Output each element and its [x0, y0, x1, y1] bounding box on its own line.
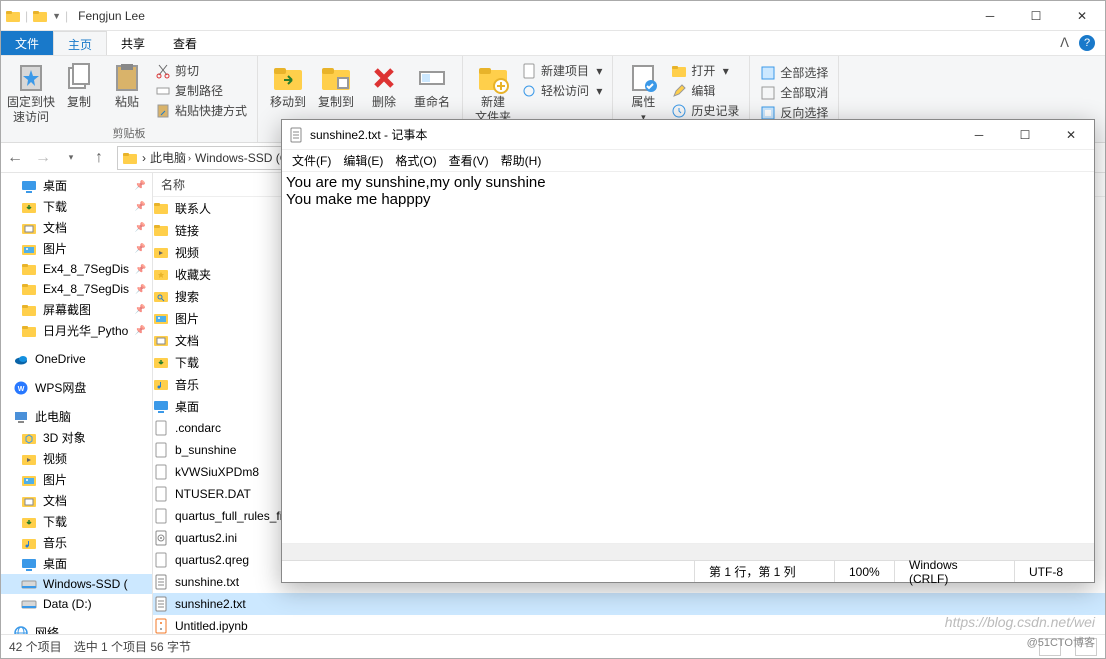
delete-button[interactable]: 删除 [360, 58, 408, 109]
properties-button[interactable]: 属性▾ [619, 58, 667, 124]
history-button[interactable]: 历史记录 [671, 102, 739, 119]
notepad-titlebar[interactable]: sunshine2.txt - 记事本 ─ ☐ ✕ [282, 120, 1094, 150]
menu-view[interactable]: 查看(V) [445, 152, 493, 169]
folder-icon [122, 150, 138, 166]
nav-item[interactable]: 视频 [1, 448, 152, 469]
view-details-button[interactable] [1039, 638, 1061, 656]
nav-item[interactable]: 音乐 [1, 532, 152, 553]
notepad-icon [288, 127, 304, 143]
breadcrumb[interactable]: › 此电脑 › Windows-SSD (C:) › [117, 146, 306, 170]
open-button[interactable]: 打开 ▾ [671, 62, 739, 79]
notepad-title: sunshine2.txt - 记事本 [310, 126, 427, 143]
nav-up-button[interactable]: ↑ [85, 144, 113, 172]
copy-path-button[interactable]: 复制路径 [155, 82, 247, 99]
notepad-statusbar: 第 1 行，第 1 列 100% Windows (CRLF) UTF-8 [282, 560, 1094, 582]
tab-file[interactable]: 文件 [1, 31, 53, 55]
pin-to-quick-access-button[interactable]: 固定到快速访问 [7, 58, 55, 124]
status-eol: Windows (CRLF) [894, 561, 1014, 582]
nav-item[interactable]: 此电脑 [1, 406, 152, 427]
nav-forward-button[interactable]: → [29, 144, 57, 172]
menu-format[interactable]: 格式(O) [391, 152, 440, 169]
nav-item[interactable]: 3D 对象 [1, 427, 152, 448]
select-none-button[interactable]: 全部取消 [760, 84, 828, 101]
notepad-minimize-button[interactable]: ─ [956, 120, 1002, 150]
notepad-text-area[interactable]: You are my sunshine,my only sunshine You… [282, 172, 1094, 543]
copy-to-button[interactable]: 复制到 [312, 58, 360, 109]
nav-item[interactable]: 图片 [1, 469, 152, 490]
qat-folder-icon[interactable] [32, 8, 48, 24]
new-item-button[interactable]: 新建项目 ▾ [521, 62, 602, 79]
menu-edit[interactable]: 编辑(E) [339, 152, 387, 169]
tab-share[interactable]: 共享 [107, 31, 159, 55]
nav-item[interactable]: Ex4_8_7SegDis [1, 259, 152, 279]
qat-sep: | [25, 9, 28, 23]
file-row[interactable]: sunshine2.txt [153, 593, 1105, 615]
easy-access-button[interactable]: 轻松访问 ▾ [521, 82, 602, 99]
notepad-menubar: 文件(F) 编辑(E) 格式(O) 查看(V) 帮助(H) [282, 150, 1094, 172]
status-selection: 选中 1 个项目 56 字节 [74, 638, 191, 655]
paste-shortcut-button[interactable]: 粘贴快捷方式 [155, 102, 247, 119]
nav-item[interactable]: Ex4_8_7SegDis [1, 279, 152, 299]
maximize-button[interactable]: ☐ [1013, 1, 1059, 31]
folder-icon [5, 8, 21, 24]
notepad-close-button[interactable]: ✕ [1048, 120, 1094, 150]
ribbon-tabs: 文件 主页 共享 查看 ᐱ ? [1, 31, 1105, 55]
copy-button[interactable]: 复制 [55, 58, 103, 124]
notepad-window[interactable]: sunshine2.txt - 记事本 ─ ☐ ✕ 文件(F) 编辑(E) 格式… [281, 119, 1095, 583]
new-folder-button[interactable]: 新建文件夹 [469, 58, 517, 124]
nav-item[interactable]: OneDrive [1, 349, 152, 369]
tab-view[interactable]: 查看 [159, 31, 211, 55]
cut-button[interactable]: 剪切 [155, 62, 247, 79]
status-cursor-pos: 第 1 行，第 1 列 [694, 561, 834, 582]
move-to-button[interactable]: 移动到 [264, 58, 312, 109]
menu-help[interactable]: 帮助(H) [497, 152, 546, 169]
minimize-button[interactable]: ─ [967, 1, 1013, 31]
navigation-pane[interactable]: 桌面下载文档图片Ex4_8_7SegDisEx4_8_7SegDis屏幕截图日月… [1, 173, 153, 634]
nav-item[interactable]: 下载 [1, 196, 152, 217]
rename-button[interactable]: 重命名 [408, 58, 456, 109]
nav-item[interactable]: 日月光华_Pytho [1, 320, 152, 341]
nav-item[interactable]: 图片 [1, 238, 152, 259]
nav-item[interactable]: 文档 [1, 217, 152, 238]
nav-back-button[interactable]: ← [1, 144, 29, 172]
breadcrumb-item[interactable]: 此电脑 › [150, 149, 191, 166]
qat-sep: | [65, 9, 68, 23]
nav-item[interactable]: Windows-SSD ( [1, 574, 152, 594]
nav-item[interactable]: 桌面 [1, 175, 152, 196]
select-all-button[interactable]: 全部选择 [760, 64, 828, 81]
nav-item[interactable]: WPS网盘 [1, 377, 152, 398]
nav-item[interactable]: 屏幕截图 [1, 299, 152, 320]
help-icon[interactable]: ? [1079, 35, 1095, 51]
close-button[interactable]: ✕ [1059, 1, 1105, 31]
file-explorer-window: | ▼ | Fengjun Lee ─ ☐ ✕ 文件 主页 共享 查看 ᐱ ? … [0, 0, 1106, 659]
edit-button[interactable]: 编辑 [671, 82, 739, 99]
tab-home[interactable]: 主页 [53, 31, 107, 55]
file-row[interactable]: Untitled.ipynb [153, 615, 1105, 634]
nav-item[interactable]: 桌面 [1, 553, 152, 574]
qat-dropdown-icon[interactable]: ▼ [52, 11, 61, 21]
menu-file[interactable]: 文件(F) [288, 152, 335, 169]
nav-item[interactable]: Data (D:) [1, 594, 152, 614]
notepad-maximize-button[interactable]: ☐ [1002, 120, 1048, 150]
status-count: 42 个项目 [9, 638, 62, 655]
status-bar: 42 个项目 选中 1 个项目 56 字节 [1, 634, 1105, 658]
nav-item[interactable]: 文档 [1, 490, 152, 511]
ribbon-collapse-icon[interactable]: ᐱ [1060, 35, 1069, 51]
group-label-clipboard: 剪贴板 [7, 124, 251, 143]
status-zoom: 100% [834, 561, 894, 582]
nav-item[interactable]: 网络 [1, 622, 152, 634]
window-title: Fengjun Lee [78, 9, 145, 23]
nav-item[interactable]: 下载 [1, 511, 152, 532]
nav-recent-button[interactable]: ▾ [57, 144, 85, 172]
paste-button[interactable]: 粘贴 [103, 58, 151, 124]
status-encoding: UTF-8 [1014, 561, 1094, 582]
breadcrumb-sep: › [142, 151, 146, 165]
explorer-titlebar: | ▼ | Fengjun Lee ─ ☐ ✕ [1, 1, 1105, 31]
view-large-icons-button[interactable] [1075, 638, 1097, 656]
